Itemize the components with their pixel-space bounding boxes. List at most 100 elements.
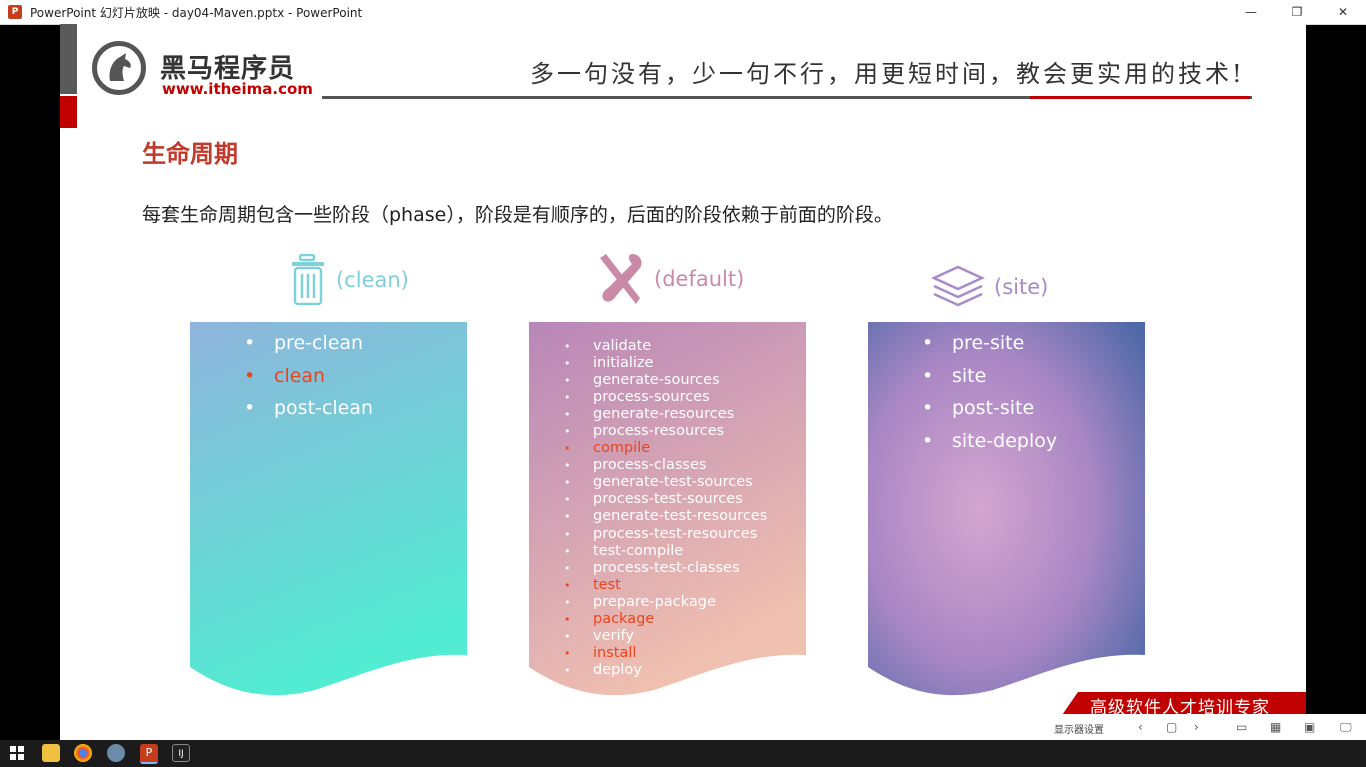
bullet-icon: •	[564, 612, 571, 626]
phase-item: • process-test-sources	[529, 491, 767, 508]
phase-name: post-site	[952, 397, 1035, 420]
phase-item: • post-clean	[190, 392, 373, 425]
chrome-icon[interactable]	[74, 744, 92, 762]
phase-item: • test	[529, 577, 767, 594]
bullet-icon: •	[564, 578, 571, 592]
phase-item: • verify	[529, 628, 767, 645]
windows-taskbar: P IJ	[0, 740, 1366, 767]
file-explorer-icon[interactable]	[42, 744, 60, 762]
slide-sorter-icon[interactable]: ▦	[1270, 720, 1281, 734]
phase-item: • initialize	[529, 355, 767, 372]
bullet-icon: •	[564, 340, 571, 353]
phase-item: • post-site	[868, 392, 1057, 425]
window-title-bar: P PowerPoint 幻灯片放映 - day04-Maven.pptx - …	[0, 0, 1366, 25]
phase-item: • process-resources	[529, 423, 767, 440]
phase-item: • process-test-resources	[529, 526, 767, 543]
phase-name: site	[952, 364, 987, 387]
phase-item: • process-classes	[529, 457, 767, 474]
slide: 黑马程序员 www.itheima.com 多一句没有，少一句不行，用更短时间，…	[60, 24, 1306, 714]
intellij-icon[interactable]: IJ	[172, 744, 190, 762]
normal-view-icon[interactable]: ▭	[1236, 720, 1247, 734]
phase-item: • process-sources	[529, 389, 767, 406]
reading-view-icon[interactable]: ▣	[1304, 720, 1315, 734]
site-phases-card: • pre-site • site • post-site • site-deploy	[868, 322, 1145, 702]
phase-name: verify	[593, 627, 634, 644]
clean-phases-card: • pre-clean • clean • post-clean	[190, 322, 467, 702]
phase-name: initialize	[593, 355, 654, 372]
bullet-icon: •	[564, 374, 571, 388]
slide-navigator-button[interactable]: ▢	[1166, 720, 1177, 734]
phase-name: generate-test-resources	[593, 508, 768, 525]
bullet-icon: •	[564, 663, 571, 677]
bullet-icon: •	[922, 430, 934, 453]
phase-item: • test-compile	[529, 543, 767, 560]
bullet-icon: •	[922, 397, 934, 420]
default-phase-list: • validate • initialize • generate-sources • pr…	[529, 338, 767, 679]
phase-name: generate-resources	[593, 406, 735, 423]
bullet-icon: •	[244, 397, 256, 420]
next-slide-button[interactable]: ›	[1194, 720, 1199, 734]
phase-name: process-sources	[593, 389, 710, 406]
toolbar-left-black	[0, 714, 60, 740]
bullet-icon: •	[564, 408, 571, 422]
bullet-icon: •	[564, 391, 571, 405]
phase-item: • install	[529, 645, 767, 662]
display-settings-button[interactable]: 显示器设置	[1054, 721, 1104, 736]
phase-name: package	[593, 610, 655, 627]
windows-start-icon[interactable]	[8, 744, 26, 762]
phase-name: pre-site	[952, 332, 1025, 354]
phase-name: install	[593, 644, 637, 661]
clean-lifecycle-header: (clean)	[288, 254, 409, 306]
phase-name: process-test-classes	[593, 559, 740, 576]
phase-item: • site-deploy	[868, 425, 1057, 458]
default-lifecycle-label: (default)	[654, 267, 745, 291]
minimize-button[interactable]: —	[1228, 0, 1274, 24]
site-lifecycle-label: (site)	[994, 275, 1049, 299]
bullet-icon: •	[564, 442, 571, 456]
previous-slide-button[interactable]: ‹	[1138, 720, 1143, 734]
bullet-icon: •	[922, 332, 934, 354]
powerpoint-taskbar-icon[interactable]: P	[140, 744, 158, 764]
trash-icon	[292, 254, 324, 306]
phase-item: • prepare-package	[529, 594, 767, 611]
layers-icon	[930, 265, 986, 307]
phase-name: site-deploy	[952, 430, 1058, 453]
phase-item: • compile	[529, 440, 767, 457]
slogan: 多一句没有，少一句不行，用更短时间，教会更实用的技术!	[530, 60, 1245, 88]
phase-item: • generate-test-sources	[529, 474, 767, 491]
clean-phase-list: • pre-clean • clean • post-clean	[190, 327, 373, 425]
phase-name: process-test-sources	[593, 491, 743, 508]
phase-name: process-classes	[593, 457, 707, 474]
bullet-icon: •	[244, 364, 256, 387]
phase-item: • generate-resources	[529, 406, 767, 423]
bullet-icon: •	[564, 476, 571, 490]
phase-name: validate	[593, 338, 652, 354]
app-icon[interactable]	[107, 744, 125, 762]
bullet-icon: •	[564, 561, 571, 575]
header-divider-accent	[1030, 96, 1250, 99]
description: 每套生命周期包含一些阶段（phase），阶段是有顺序的，后面的阶段依赖于前面的阶…	[142, 204, 893, 226]
slideshow-view-icon[interactable]: 🖵	[1340, 720, 1352, 735]
phase-item: • package	[529, 611, 767, 628]
bullet-icon: •	[564, 493, 571, 507]
left-accent-bar-gray	[60, 24, 77, 94]
phase-name: test	[593, 576, 621, 593]
slideshow-toolbar: 显示器设置 ‹ ▢ › ▭ ▦ ▣ 🖵	[0, 714, 1366, 740]
left-accent-bar-red	[60, 96, 77, 128]
phase-name: process-resources	[593, 423, 725, 440]
bullet-icon: •	[564, 510, 571, 524]
phase-item: • generate-sources	[529, 372, 767, 389]
close-button[interactable]: ✕	[1320, 0, 1366, 24]
default-lifecycle-header: (default)	[596, 252, 744, 306]
page-title: 生命周期	[142, 140, 238, 168]
phase-item: • site	[868, 360, 1057, 393]
site-lifecycle-header: (site)	[930, 264, 1048, 310]
bullet-icon: •	[564, 646, 571, 660]
phase-item: • pre-clean	[190, 327, 373, 360]
phase-name: process-test-resources	[593, 525, 758, 542]
training-banner: 高级软件人才培训专家	[1060, 692, 1306, 714]
restore-button[interactable]: ❐	[1274, 0, 1320, 24]
phase-name: compile	[593, 440, 651, 457]
bullet-icon: •	[244, 332, 256, 354]
phase-name: clean	[274, 364, 326, 387]
